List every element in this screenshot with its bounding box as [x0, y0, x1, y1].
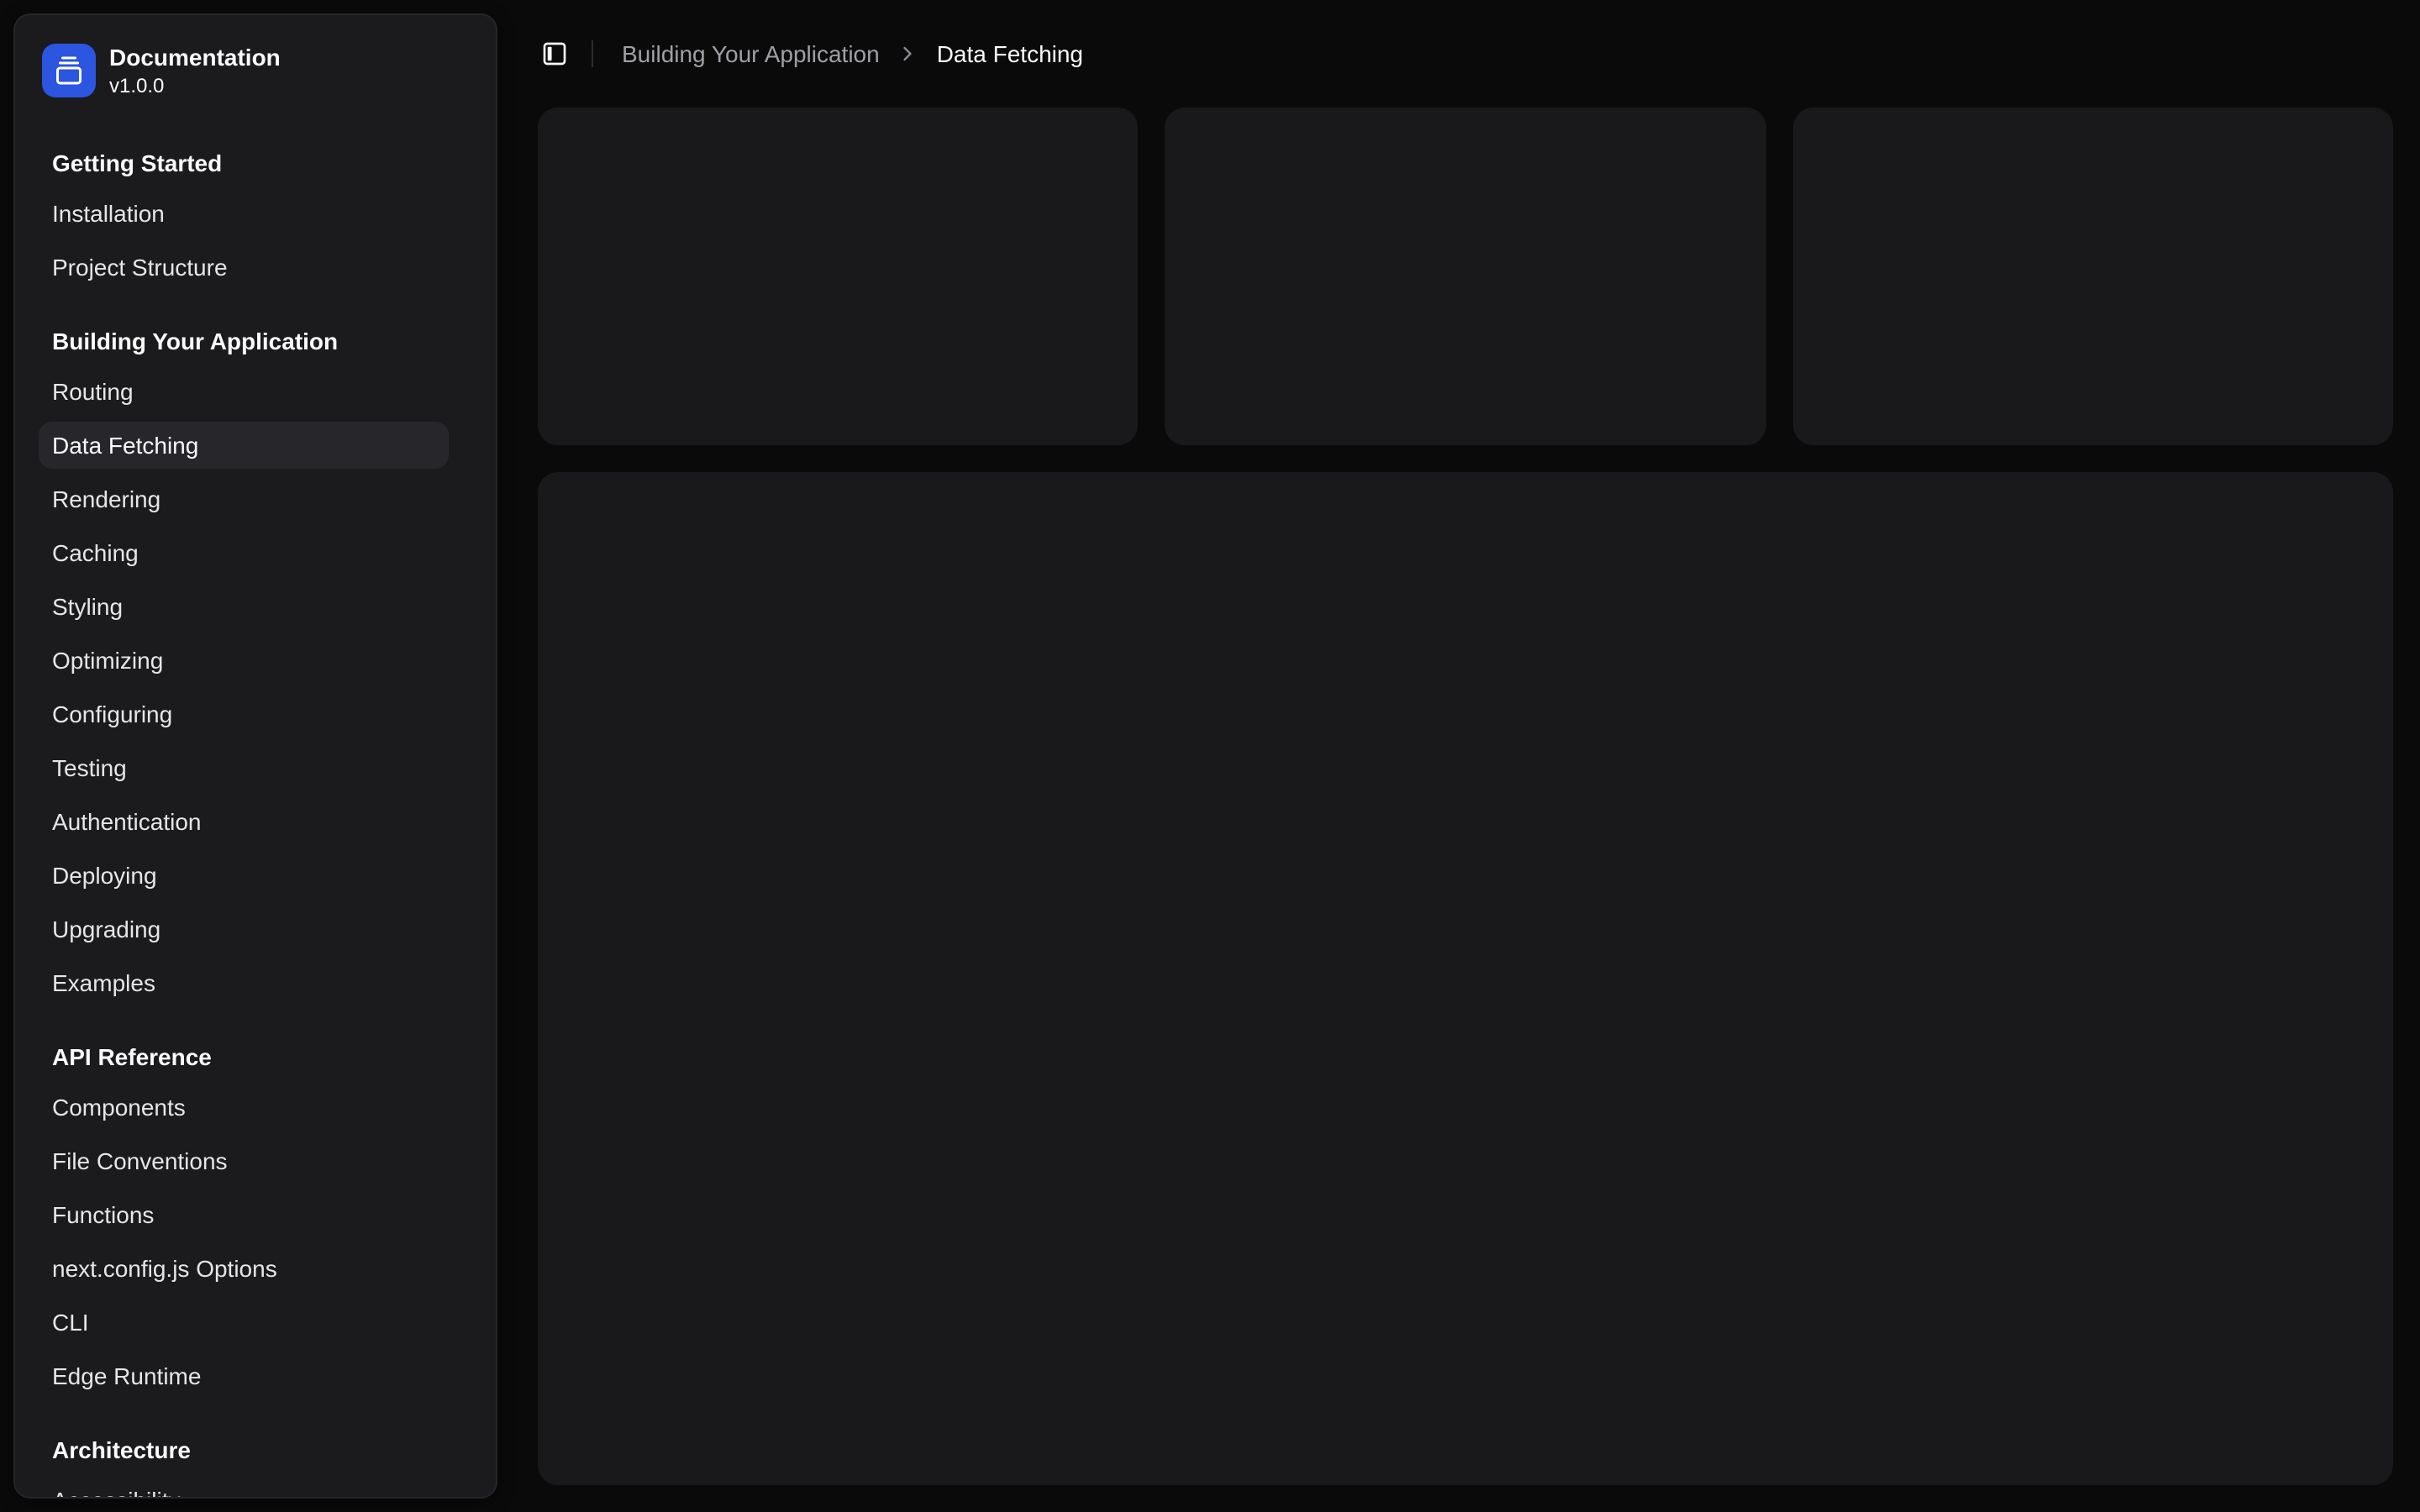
sidebar-group-api-reference: API ReferenceComponents File Conventions F… — [15, 1020, 496, 1413]
sidebar-item-testing[interactable]: Testing — [39, 744, 449, 791]
main-area: Building Your Application Data Fetching — [511, 0, 2420, 1512]
content — [511, 108, 2420, 1512]
placeholder-cards-row — [538, 108, 2393, 445]
sidebar-item-routing[interactable]: Routing — [39, 368, 449, 415]
sidebar-item-accessibility[interactable]: Accessibility — [39, 1477, 449, 1497]
sidebar-group-building-your-application: Building Your ApplicationRouting Data Fet… — [15, 304, 496, 1020]
sidebar-header: Documentation v1.0.0 — [15, 15, 496, 126]
sidebar-group-architecture: ArchitectureAccessibility — [15, 1413, 496, 1497]
topbar: Building Your Application Data Fetching — [511, 0, 2420, 108]
app-version: v1.0.0 — [109, 72, 281, 99]
breadcrumb-current-page: Data Fetching — [937, 40, 1083, 67]
sidebar-item-cli[interactable]: CLI — [39, 1299, 449, 1346]
panel-left-icon — [541, 40, 568, 67]
breadcrumb: Building Your Application Data Fetching — [622, 40, 1083, 67]
app-logo — [42, 44, 96, 97]
sidebar-item-components[interactable]: Components — [39, 1084, 449, 1131]
sidebar-panel: Documentation v1.0.0 Getting StartedInst… — [13, 13, 497, 1499]
sidebar-item-examples[interactable]: Examples — [39, 959, 449, 1006]
sidebar-group-getting-started: Getting StartedInstallation Project Struc… — [15, 126, 496, 304]
sidebar-item-project-structure[interactable]: Project Structure — [39, 244, 449, 291]
placeholder-card — [538, 108, 1139, 445]
sidebar-item-authentication[interactable]: Authentication — [39, 798, 449, 845]
header-separator — [592, 40, 593, 67]
sidebar-item-functions[interactable]: Functions — [39, 1191, 449, 1238]
sidebar-item-file-conventions[interactable]: File Conventions — [39, 1137, 449, 1184]
sidebar-group-label: Getting Started — [39, 136, 449, 190]
sidebar-item-caching[interactable]: Caching — [39, 529, 449, 576]
sidebar-item-configuring[interactable]: Configuring — [39, 690, 449, 738]
sidebar-toggle-button[interactable] — [531, 30, 578, 77]
sidebar-group-label: Architecture — [39, 1423, 449, 1477]
sidebar-group-label: Building Your Application — [39, 314, 449, 368]
sidebar-item-data-fetching[interactable]: Data Fetching — [39, 422, 449, 469]
sidebar-menu: Routing Data Fetching Rendering Caching Styl… — [39, 368, 449, 1006]
chevron-right-icon — [897, 42, 920, 66]
placeholder-card — [1165, 108, 1766, 445]
app-title: Documentation — [109, 42, 281, 72]
app-window: Documentation v1.0.0 Getting StartedInst… — [0, 0, 2420, 1512]
placeholder-card — [1792, 108, 2393, 445]
gallery-vertical-end-icon — [54, 55, 84, 86]
sidebar-item-upgrading[interactable]: Upgrading — [39, 906, 449, 953]
sidebar-item-optimizing[interactable]: Optimizing — [39, 637, 449, 684]
sidebar-item-rendering[interactable]: Rendering — [39, 475, 449, 522]
breadcrumb-parent-link[interactable]: Building Your Application — [622, 40, 880, 67]
sidebar-menu: Installation Project Structure — [39, 190, 449, 291]
sidebar-item-styling[interactable]: Styling — [39, 583, 449, 630]
sidebar-item-edge-runtime[interactable]: Edge Runtime — [39, 1352, 449, 1399]
app-text: Documentation v1.0.0 — [109, 42, 281, 99]
sidebar-menu: Components File Conventions Functions next.… — [39, 1084, 449, 1399]
sidebar-item-deploying[interactable]: Deploying — [39, 852, 449, 899]
sidebar-nav: Getting StartedInstallation Project Struc… — [15, 126, 496, 1497]
sidebar: Documentation v1.0.0 Getting StartedInst… — [0, 0, 511, 1512]
app-header-button[interactable]: Documentation v1.0.0 — [29, 29, 482, 113]
sidebar-item-next-config-js-options[interactable]: next.config.js Options — [39, 1245, 449, 1292]
content-placeholder-panel — [538, 472, 2393, 1485]
sidebar-group-label: API Reference — [39, 1030, 449, 1084]
sidebar-item-installation[interactable]: Installation — [39, 190, 449, 237]
sidebar-menu: Accessibility — [39, 1477, 449, 1497]
